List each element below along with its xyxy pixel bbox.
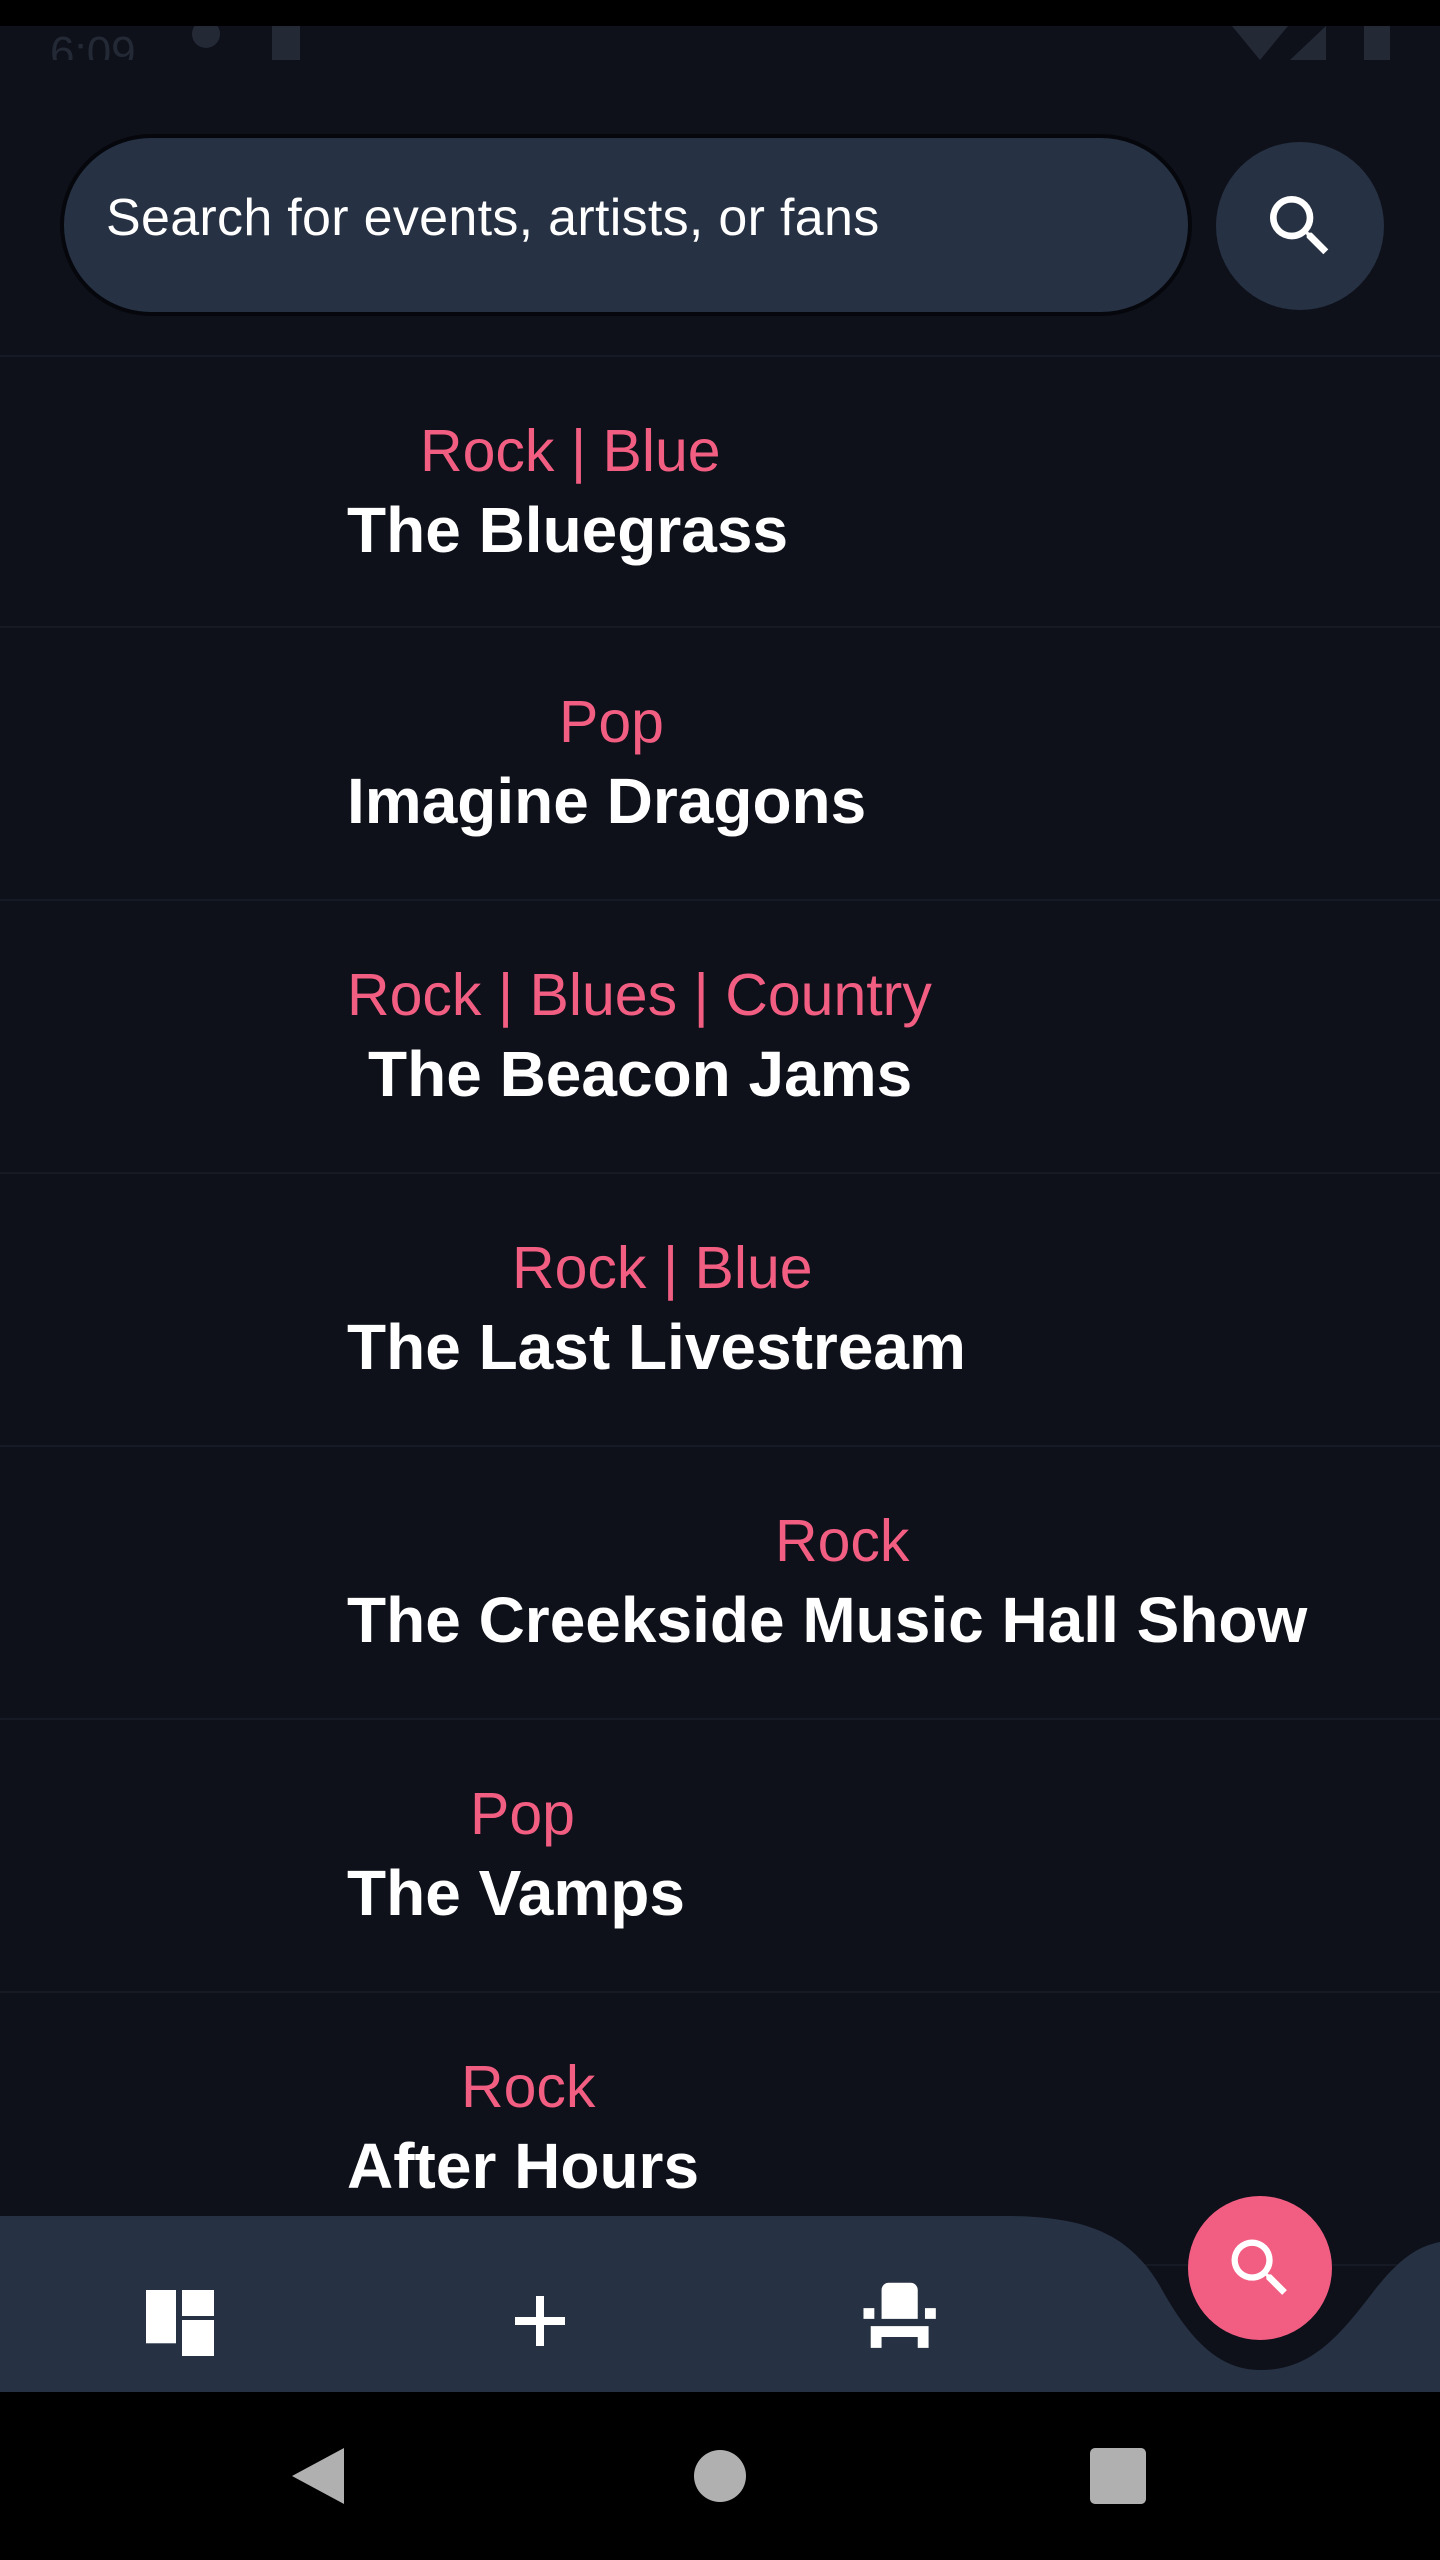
back-icon[interactable]	[270, 2428, 366, 2524]
event-title: After Hours	[347, 2130, 700, 2202]
event-genre: Rock	[775, 1508, 910, 1574]
event-title: The Beacon Jams	[368, 1038, 913, 1110]
search-input[interactable]: Search for events, artists, or fans	[60, 134, 1192, 316]
nav-seat-button[interactable]	[830, 2234, 970, 2374]
list-item[interactable]: Rock | Blue The Bluegrass	[0, 355, 1440, 628]
signal-icon	[1290, 26, 1326, 60]
nav-add-button[interactable]	[470, 2234, 610, 2374]
search-placeholder: Search for events, artists, or fans	[106, 189, 880, 247]
fab-search-button[interactable]	[1188, 2196, 1332, 2340]
system-navigation-bar	[0, 2392, 1440, 2560]
event-genre: Rock | Blues | Country	[347, 962, 932, 1028]
settings-icon	[192, 26, 220, 48]
nav-dashboard-button[interactable]	[110, 2234, 250, 2374]
add-icon	[515, 2296, 565, 2346]
event-genre: Rock | Blue	[420, 418, 721, 484]
event-genre: Pop	[559, 689, 664, 755]
battery-icon	[1364, 26, 1390, 60]
event-genre: Rock	[461, 2054, 596, 2120]
sd-card-icon	[272, 26, 300, 60]
search-icon	[1231, 2239, 1287, 2295]
home-icon[interactable]	[672, 2428, 768, 2524]
event-genre: Pop	[470, 1781, 575, 1847]
seat-icon	[863, 2282, 936, 2348]
event-genre: Rock | Blue	[512, 1235, 813, 1301]
status-bar: 6:09	[0, 0, 1440, 60]
event-title: The Creekside Music Hall Show	[347, 1584, 1308, 1656]
dashboard-icon	[146, 2290, 214, 2356]
event-title: The Bluegrass	[347, 494, 789, 566]
list-item[interactable]: Pop Imagine Dragons	[0, 628, 1440, 901]
search-icon	[1270, 196, 1329, 255]
wifi-icon	[1232, 26, 1288, 60]
event-list: Rock | Blue The Bluegrass Pop Imagine Dr…	[0, 355, 1440, 2266]
list-item[interactable]: Rock | Blues | Country The Beacon Jams	[0, 901, 1440, 1174]
event-title: The Vamps	[347, 1857, 685, 1929]
list-item[interactable]: Rock The Creekside Music Hall Show	[0, 1447, 1440, 1720]
event-title: Imagine Dragons	[347, 765, 867, 837]
search-button[interactable]	[1216, 142, 1384, 310]
status-time: 6:09	[50, 28, 136, 60]
list-item[interactable]: Pop The Vamps	[0, 1720, 1440, 1993]
event-title: The Last Livestream	[347, 1311, 966, 1383]
list-item[interactable]: Rock | Blue The Last Livestream	[0, 1174, 1440, 1447]
recents-icon[interactable]	[1070, 2428, 1166, 2524]
